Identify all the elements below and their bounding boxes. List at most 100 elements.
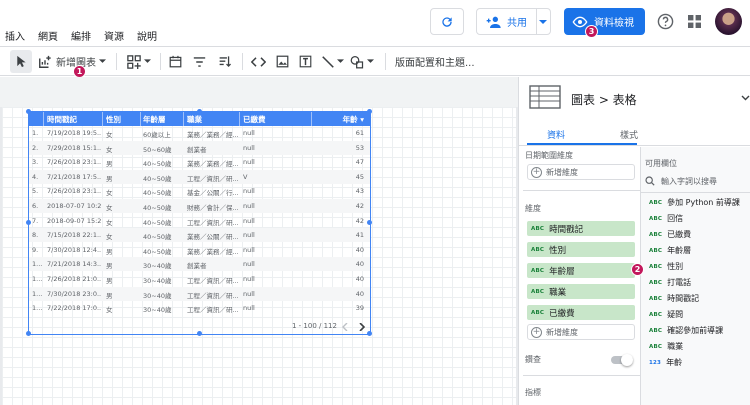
data-control-button[interactable] [218, 51, 231, 72]
view-mode-button[interactable]: 資料檢視 [564, 8, 645, 35]
field-name: 年齡 [666, 358, 683, 367]
filter-control-button[interactable] [193, 51, 206, 72]
theme-layout-label: 版面配置和主題... [395, 58, 475, 69]
text-type-tag: ABC [649, 247, 663, 254]
column-header-age[interactable]: 年齡 ▾ [343, 114, 364, 125]
menu-arrange[interactable]: 編排 [71, 28, 91, 43]
menu-resource[interactable]: 資源 [104, 28, 124, 43]
field-item[interactable]: ABC 時間戳記 [649, 293, 699, 304]
tab-data[interactable]: 資料 [547, 128, 565, 141]
search-icon [645, 176, 655, 186]
field-item[interactable]: ABC 職業 [649, 341, 683, 352]
gender-cell: 女 [106, 218, 113, 227]
menu-help[interactable]: 說明 [137, 28, 157, 43]
occupation-cell: 財務／會計／保... [187, 204, 238, 212]
gender-cell: 女 [106, 233, 113, 242]
refresh-button[interactable] [430, 8, 464, 35]
text-type-tag: ABC [531, 309, 545, 316]
dimension-chip[interactable]: ABC 性別 [527, 242, 635, 257]
field-item[interactable]: ABC 已繳費 [649, 229, 691, 240]
timestamp-cell: 7/22/2018 17:0... [47, 304, 101, 313]
line-shape-button[interactable] [321, 51, 344, 72]
timestamp-cell: 7/29/2018 15:1... [47, 143, 101, 152]
add-date-dimension-button[interactable]: + 新增維度 [527, 164, 635, 180]
share-dropdown-icon[interactable] [538, 18, 548, 26]
text-type-tag: ABC [649, 311, 663, 318]
add-chart-icon [39, 55, 51, 68]
column-header-age-group[interactable]: 年齡層 [143, 114, 166, 125]
toolbar-divider [116, 53, 117, 70]
panel-tabs: 資料 樣式 [519, 122, 750, 146]
dimension-name: 年齡層 [549, 266, 575, 277]
chevron-down-icon[interactable] [741, 95, 750, 101]
field-item[interactable]: ABC 性別 [649, 261, 683, 272]
apps-grid-icon[interactable] [688, 15, 701, 28]
occupation-cell: 創業者 [187, 262, 207, 271]
age-group-cell: 30~40歲 [143, 262, 172, 271]
line-icon [322, 55, 334, 68]
controls-grid-icon [127, 54, 141, 69]
column-header-paid[interactable]: 已繳費 [243, 114, 266, 125]
field-item[interactable]: ABC 年齡層 [649, 245, 691, 256]
dimension-chip[interactable]: ABC 已繳費 [527, 305, 635, 320]
embed-url-button[interactable] [251, 51, 266, 72]
age-cell: 40 [355, 260, 364, 269]
gender-cell: 女 [106, 306, 113, 315]
paid-cell: null [243, 289, 255, 298]
drilldown-toggle[interactable] [611, 354, 633, 366]
shape-button[interactable] [350, 51, 374, 72]
add-control-button[interactable] [127, 51, 151, 72]
user-avatar[interactable] [715, 8, 742, 35]
date-range-dimension-label: 日期範圍維度 [525, 151, 573, 160]
select-tool-button[interactable] [10, 50, 32, 73]
column-header-occupation[interactable]: 職業 [187, 114, 202, 125]
text-box-button[interactable] [299, 51, 312, 72]
dimension-chip[interactable]: ABC 職業 [527, 284, 635, 299]
text-type-tag: ABC [531, 267, 545, 274]
tab-style[interactable]: 樣式 [620, 128, 638, 141]
table-row: 9. 7/30/2018 12:4... 男 40~50歲 業務／業務／經... null… [29, 243, 370, 257]
field-item[interactable]: ABC 打電話 [649, 277, 691, 288]
sort-arrows-icon [219, 55, 231, 67]
paid-cell: null [243, 187, 255, 196]
table-chart[interactable]: 時間戳記 性別 年齡層 職業 已繳費 年齡 ▾ 1. 7/19/2018 19:5… [26, 109, 372, 336]
paid-cell: null [243, 231, 255, 240]
theme-layout-button[interactable]: 版面配置和主題... [395, 51, 475, 72]
chevron-left-icon[interactable] [342, 323, 348, 331]
field-item[interactable]: ABC 回信 [649, 213, 683, 224]
add-dimension-button[interactable]: + 新增維度 [527, 324, 635, 340]
image-button[interactable] [276, 51, 289, 72]
table-pagination: 1 - 100 / 112 [29, 319, 370, 334]
dimension-name: 時間戳記 [549, 224, 584, 235]
dimension-chip[interactable]: ABC 年齡層 [527, 263, 635, 278]
help-icon[interactable] [657, 13, 674, 30]
occupation-cell: 基金／公關／行... [187, 189, 238, 198]
paid-cell: null [243, 143, 255, 152]
paid-cell: V [243, 172, 248, 181]
timestamp-cell: 7/26/2018 23:1... [47, 187, 101, 196]
menu-page[interactable]: 網頁 [38, 28, 58, 43]
age-cell: 41 [355, 231, 364, 240]
section-divider [523, 190, 640, 191]
chevron-right-icon[interactable] [359, 323, 365, 331]
row-number: 6. [32, 202, 39, 210]
dimension-chip[interactable]: ABC 時間戳記 [527, 221, 635, 236]
calendar-icon [169, 55, 182, 68]
field-item[interactable]: ABC 疑問 [649, 309, 683, 320]
column-header-timestamp[interactable]: 時間戳記 [47, 114, 77, 125]
field-item[interactable]: ABC 參加 Python 前導課 [649, 197, 740, 208]
date-range-button[interactable] [169, 51, 182, 72]
menu-insert[interactable]: 插入 [5, 28, 25, 43]
available-fields-column: 可用欄位 輸入字詞以搜尋 ABC 參加 Python 前導課 ABC 回信 ABC 已… [641, 147, 750, 405]
add-chart-button[interactable]: 新增圖表 [38, 51, 106, 72]
field-search-box[interactable]: 輸入字詞以搜尋 [645, 173, 750, 189]
column-header-gender[interactable]: 性別 [106, 114, 121, 125]
add-date-dimension-label: 新增維度 [546, 167, 578, 177]
field-item[interactable]: 123 年齡 [649, 357, 682, 368]
text-box-icon [299, 55, 312, 68]
paid-cell: null [243, 216, 255, 225]
share-button[interactable]: 共用 [476, 8, 551, 35]
field-name: 參加 Python 前導課 [667, 198, 740, 207]
field-item[interactable]: ABC 確認參加前導課 [649, 325, 723, 336]
table-row: 3. 7/26/2018 23:1... 男 40~50歲 業務／業務／經... null… [29, 155, 370, 169]
